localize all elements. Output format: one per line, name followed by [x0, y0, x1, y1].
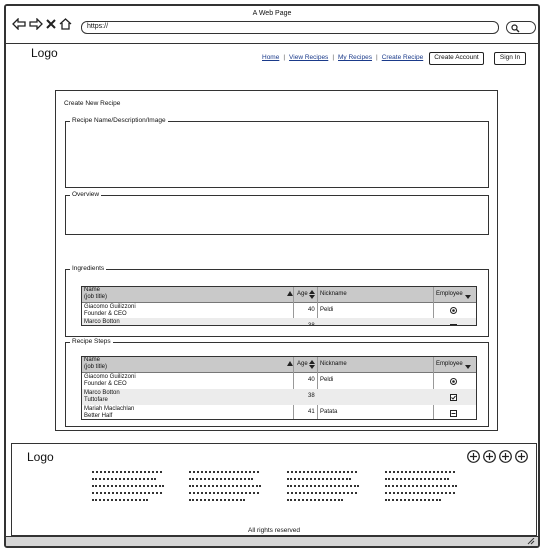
row-nickname: Patata [320, 409, 338, 415]
radio-selected-icon[interactable] [450, 307, 457, 314]
sort-both-icon[interactable] [309, 360, 315, 369]
recipe-steps-fieldset: Recipe Steps Name (job title) Age Nicknam… [65, 338, 489, 427]
overview-fieldset[interactable]: Overview [65, 191, 489, 235]
row-nickname: Peldi [320, 377, 334, 383]
row-name: Marco Botton [84, 319, 120, 325]
top-navigation: Home | View Recipes | My Recipes | Create R… [258, 54, 427, 61]
column-age[interactable]: Age [297, 291, 308, 298]
create-account-button[interactable]: Create Account [429, 52, 484, 65]
row-age: 40 [308, 307, 315, 313]
search-icon [511, 24, 520, 33]
social-icons [467, 450, 528, 463]
column-nickname[interactable]: Nickname [320, 291, 347, 298]
recipe-steps-legend: Recipe Steps [70, 338, 113, 346]
nav-link-create-recipe[interactable]: Create Recipe [378, 54, 428, 61]
row-age: 38 [308, 323, 315, 326]
status-bar [6, 536, 538, 546]
table-row[interactable]: Giacomo Guilizzoni Founder & CEO 40 Peldi [82, 373, 476, 389]
column-employee[interactable]: Employee [436, 291, 463, 298]
column-nickname[interactable]: Nickname [320, 361, 347, 368]
browser-search-box[interactable] [506, 21, 536, 34]
ingredients-legend: Ingredients [70, 265, 107, 273]
page-footer: Logo All rights reserved [11, 443, 537, 536]
row-name: Giacomo Guilizzoni Founder & CEO [84, 304, 136, 317]
ingredients-table[interactable]: Name (job title) Age Nickname Employee Gi… [81, 286, 477, 326]
recipe-steps-table[interactable]: Name (job title) Age Nickname Employee Gi… [81, 356, 477, 420]
column-name[interactable]: Name (job title) [84, 357, 107, 371]
nav-link-my-recipes[interactable]: My Recipes [334, 54, 376, 61]
table-row[interactable]: Giacomo Guilizzoni Founder & CEO 40 Peldi [82, 303, 476, 318]
table-row[interactable]: Marco Botton 38 [82, 318, 476, 326]
window-title: A Web Page [252, 10, 292, 17]
overview-legend: Overview [70, 191, 102, 199]
ingredients-table-header: Name (job title) Age Nickname Employee [82, 287, 476, 303]
row-name: Giacomo Guilizzoni Founder & CEO [84, 374, 136, 387]
row-name: Marco Botton Tuttofare [84, 390, 120, 403]
minus-box-icon[interactable] [450, 410, 457, 417]
recipe-name-legend: Recipe Name/Description/Image [70, 117, 168, 125]
plus-circle-icon[interactable] [483, 450, 496, 463]
radio-selected-icon[interactable] [450, 378, 457, 385]
row-name: Mariah Maclachlan Better Half [84, 406, 135, 419]
column-employee[interactable]: Employee [436, 361, 463, 368]
checkbox-checked-icon[interactable] [450, 394, 457, 401]
forward-arrow-icon[interactable] [29, 18, 43, 30]
checkbox-checked-icon[interactable] [450, 324, 457, 326]
resize-grip-icon[interactable] [527, 538, 535, 545]
column-age[interactable]: Age [297, 361, 308, 368]
plus-circle-icon[interactable] [499, 450, 512, 463]
copyright-text: All rights reserved [247, 527, 301, 534]
recipe-name-fieldset[interactable]: Recipe Name/Description/Image [65, 117, 489, 188]
close-icon[interactable] [46, 18, 56, 30]
column-name[interactable]: Name (job title) [84, 287, 107, 301]
plus-circle-icon[interactable] [515, 450, 528, 463]
table-row[interactable]: Marco Botton Tuttofare 38 [82, 389, 476, 405]
home-icon[interactable] [59, 18, 72, 30]
header-logo[interactable]: Logo [31, 46, 58, 60]
browser-nav-controls [12, 18, 72, 30]
row-age: 38 [308, 393, 315, 399]
plus-circle-icon[interactable] [467, 450, 480, 463]
url-bar[interactable]: https:// [81, 21, 499, 34]
form-title: Create New Recipe [64, 100, 121, 107]
steps-table-header: Name (job title) Age Nickname Employee [82, 357, 476, 373]
back-arrow-icon[interactable] [12, 18, 26, 30]
row-nickname: Peldi [320, 307, 334, 313]
footer-link-column [189, 468, 269, 506]
row-age: 40 [308, 377, 315, 383]
sort-desc-icon[interactable] [465, 295, 471, 299]
table-row[interactable]: Mariah Maclachlan Better Half 41 Patata [82, 405, 476, 419]
footer-link-column [385, 468, 465, 506]
browser-titlebar: A Web Page https:// [6, 6, 538, 44]
sort-both-icon[interactable] [309, 290, 315, 299]
nav-link-view-recipes[interactable]: View Recipes [285, 54, 332, 61]
ingredients-fieldset: Ingredients Name (job title) Age Nickname… [65, 265, 489, 337]
sort-desc-icon[interactable] [465, 365, 471, 369]
create-recipe-form: Create New Recipe Recipe Name/Descriptio… [55, 90, 498, 431]
browser-window: A Web Page https:// Logo Home | View Reci… [4, 4, 540, 548]
footer-link-column [287, 468, 367, 506]
nav-link-home[interactable]: Home [258, 54, 283, 61]
row-age: 41 [308, 409, 315, 415]
footer-link-column [92, 468, 172, 506]
footer-logo[interactable]: Logo [27, 450, 54, 464]
sign-in-button[interactable]: Sign In [494, 52, 526, 65]
